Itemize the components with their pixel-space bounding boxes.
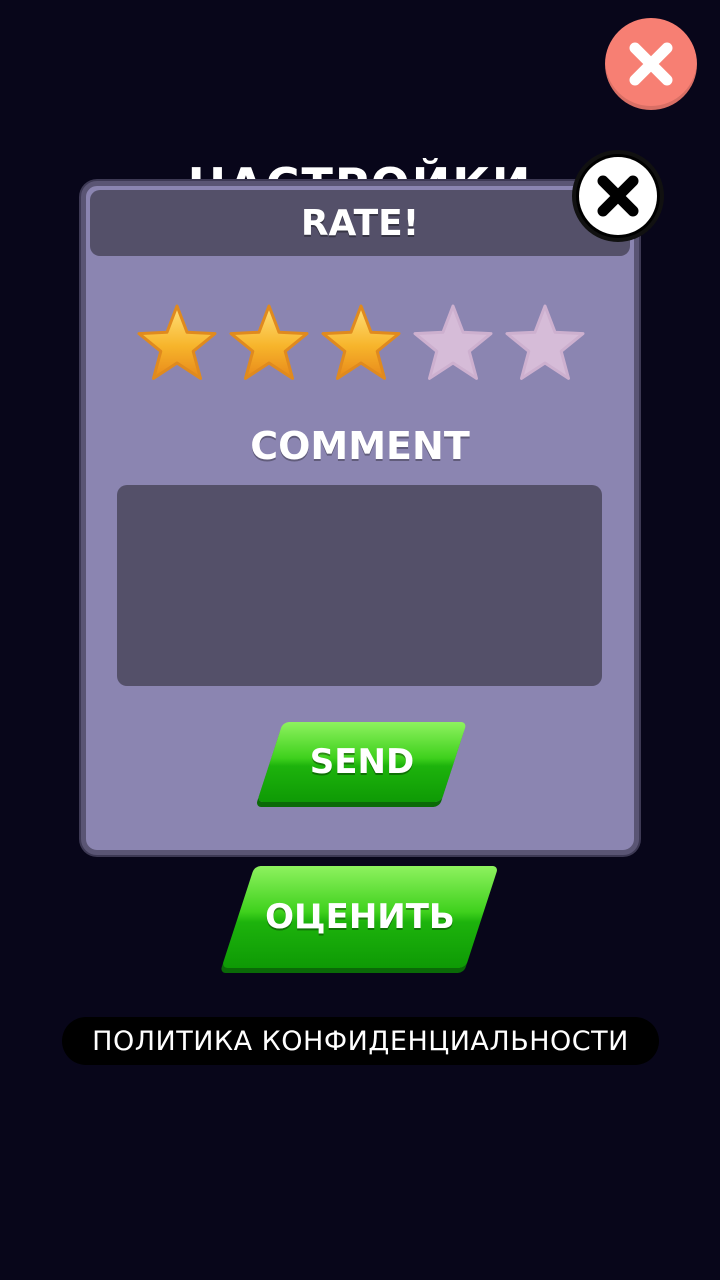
star-icon[interactable] [227,302,311,386]
rate-button[interactable]: ОЦЕНИТЬ [221,866,499,968]
privacy-policy-label: ПОЛИТИКА КОНФИДЕНЦИАЛЬНОСТИ [92,1025,629,1057]
rate-screen: НАСТРОЙКИ RATE! COMMENT SEND ОЦЕНИТЬ ПОЛ… [0,0,720,1280]
privacy-policy-link[interactable]: ПОЛИТИКА КОНФИДЕНЦИАЛЬНОСТИ [62,1017,659,1065]
dialog-header: RATE! [90,190,630,256]
star-icon[interactable] [319,302,403,386]
close-icon [629,42,673,86]
star-icon[interactable] [411,302,495,386]
comment-input[interactable] [117,485,602,686]
close-dialog-inner [579,157,657,235]
star-rating [135,302,587,386]
star-icon[interactable] [135,302,219,386]
dialog-title: RATE! [300,202,420,244]
close-screen-button[interactable] [605,18,697,110]
send-button-label: SEND [309,742,415,782]
star-icon[interactable] [503,302,587,386]
rate-button-label: ОЦЕНИТЬ [265,897,455,937]
send-button[interactable]: SEND [257,722,467,802]
close-icon [597,175,639,217]
close-dialog-button[interactable] [572,150,664,242]
comment-label: COMMENT [250,424,470,468]
